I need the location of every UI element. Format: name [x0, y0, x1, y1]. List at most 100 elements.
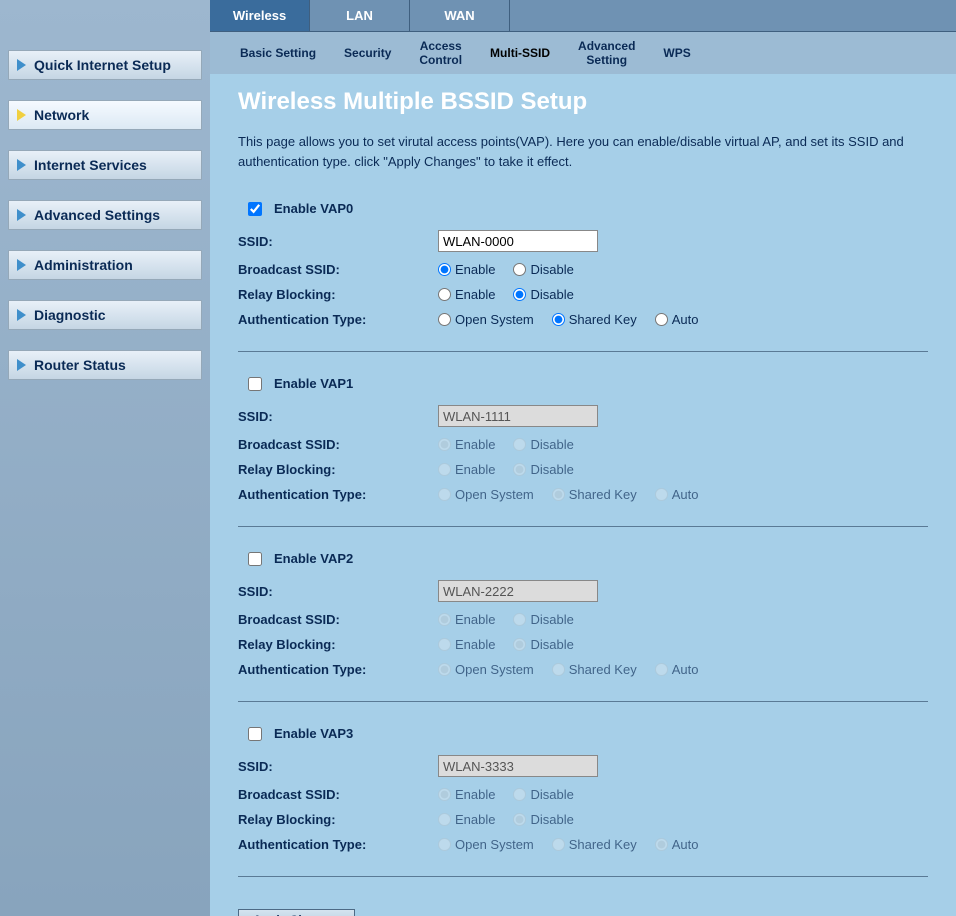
radio-label: Enable: [455, 612, 495, 627]
apply-changes-button[interactable]: Apply Changes: [238, 909, 355, 916]
radio-label: Auto: [672, 837, 699, 852]
relay-label: Relay Blocking:: [238, 462, 438, 477]
arrow-icon: [17, 359, 26, 371]
vap-block-0: Enable VAP0 SSID: Broadcast SSID: Enable…: [238, 201, 928, 352]
broadcast-enable-radio-vap0[interactable]: [438, 263, 451, 276]
tab-lan[interactable]: LAN: [310, 0, 410, 31]
tab-label: Wireless: [233, 8, 286, 23]
radio-label: Shared Key: [569, 837, 637, 852]
radio-label: Open System: [455, 487, 534, 502]
top-tabs: Wireless LAN WAN: [210, 0, 956, 32]
sidebar-item-label: Administration: [34, 257, 133, 273]
sidebar-item-label: Diagnostic: [34, 307, 106, 323]
subtab-basic-setting[interactable]: Basic Setting: [230, 42, 326, 64]
enable-vap0-checkbox[interactable]: [248, 202, 262, 216]
auth-label: Authentication Type:: [238, 487, 438, 502]
vap-block-3: Enable VAP3 SSID: Broadcast SSID: Enable…: [238, 726, 928, 877]
tab-label: WAN: [444, 8, 474, 23]
sidebar-item-label: Internet Services: [34, 157, 147, 173]
auth-shared-radio-vap3: [552, 838, 565, 851]
sidebar-item-network[interactable]: Network: [8, 100, 202, 130]
radio-label: Enable: [455, 637, 495, 652]
sidebar-item-quick-internet-setup[interactable]: Quick Internet Setup: [8, 50, 202, 80]
separator: [238, 351, 928, 352]
subtab-label: WPS: [663, 46, 690, 60]
subtab-security[interactable]: Security: [334, 42, 401, 64]
enable-vap1-checkbox[interactable]: [248, 377, 262, 391]
sidebar-item-internet-services[interactable]: Internet Services: [8, 150, 202, 180]
broadcast-enable-radio-vap2: [438, 613, 451, 626]
radio-label: Shared Key: [569, 312, 637, 327]
broadcast-label: Broadcast SSID:: [238, 262, 438, 277]
radio-label: Open System: [455, 837, 534, 852]
auth-label: Authentication Type:: [238, 312, 438, 327]
radio-label: Enable: [455, 287, 495, 302]
auth-shared-radio-vap0[interactable]: [552, 313, 565, 326]
arrow-icon: [17, 159, 26, 171]
radio-label: Disable: [530, 637, 573, 652]
relay-disable-radio-vap3: [513, 813, 526, 826]
relay-enable-radio-vap2: [438, 638, 451, 651]
sub-tabs: Basic Setting Security Access Control Mu…: [210, 32, 956, 74]
radio-label: Enable: [455, 812, 495, 827]
sidebar-item-diagnostic[interactable]: Diagnostic: [8, 300, 202, 330]
sidebar-item-label: Network: [34, 107, 89, 123]
auth-auto-radio-vap2: [655, 663, 668, 676]
broadcast-disable-radio-vap0[interactable]: [513, 263, 526, 276]
auth-open-radio-vap1: [438, 488, 451, 501]
radio-label: Open System: [455, 662, 534, 677]
relay-label: Relay Blocking:: [238, 812, 438, 827]
arrow-icon: [17, 59, 26, 71]
relay-disable-radio-vap0[interactable]: [513, 288, 526, 301]
radio-label: Disable: [530, 612, 573, 627]
enable-vap0-label: Enable VAP0: [274, 201, 353, 216]
sidebar-item-label: Quick Internet Setup: [34, 57, 171, 73]
tab-wireless[interactable]: Wireless: [210, 0, 310, 31]
subtab-wps[interactable]: WPS: [653, 42, 700, 64]
auth-shared-radio-vap2: [552, 663, 565, 676]
subtab-label: Security: [344, 46, 391, 60]
content[interactable]: Wireless Multiple BSSID Setup This page …: [210, 74, 956, 916]
arrow-icon: [17, 309, 26, 321]
broadcast-disable-radio-vap2: [513, 613, 526, 626]
sidebar-item-advanced-settings[interactable]: Advanced Settings: [8, 200, 202, 230]
arrow-icon: [17, 259, 26, 271]
separator: [238, 526, 928, 527]
ssid-label: SSID:: [238, 759, 438, 774]
relay-disable-radio-vap2: [513, 638, 526, 651]
sidebar-item-label: Router Status: [34, 357, 126, 373]
vap-block-2: Enable VAP2 SSID: Broadcast SSID: Enable…: [238, 551, 928, 702]
subtab-multi-ssid[interactable]: Multi-SSID: [480, 42, 560, 64]
ssid-label: SSID:: [238, 584, 438, 599]
sidebar-item-administration[interactable]: Administration: [8, 250, 202, 280]
sidebar-item-router-status[interactable]: Router Status: [8, 350, 202, 380]
page-title: Wireless Multiple BSSID Setup: [238, 88, 928, 116]
tab-wan[interactable]: WAN: [410, 0, 510, 31]
relay-enable-radio-vap1: [438, 463, 451, 476]
radio-label: Auto: [672, 487, 699, 502]
radio-label: Disable: [530, 787, 573, 802]
ssid-input-vap2: [438, 580, 598, 602]
subtab-label: Multi-SSID: [490, 46, 550, 60]
auth-label: Authentication Type:: [238, 837, 438, 852]
auth-auto-radio-vap0[interactable]: [655, 313, 668, 326]
main: Wireless LAN WAN Basic Setting Security …: [210, 0, 956, 916]
subtab-advanced-setting[interactable]: Advanced Setting: [568, 35, 645, 72]
auth-open-radio-vap0[interactable]: [438, 313, 451, 326]
radio-label: Disable: [530, 287, 573, 302]
ssid-input-vap0[interactable]: [438, 230, 598, 252]
arrow-icon: [17, 209, 26, 221]
enable-vap2-checkbox[interactable]: [248, 552, 262, 566]
enable-vap2-label: Enable VAP2: [274, 551, 353, 566]
radio-label: Enable: [455, 262, 495, 277]
enable-vap3-checkbox[interactable]: [248, 727, 262, 741]
subtab-access-control[interactable]: Access Control: [409, 35, 472, 72]
ssid-input-vap3: [438, 755, 598, 777]
radio-label: Open System: [455, 312, 534, 327]
radio-label: Shared Key: [569, 662, 637, 677]
radio-label: Shared Key: [569, 487, 637, 502]
radio-label: Auto: [672, 662, 699, 677]
relay-enable-radio-vap0[interactable]: [438, 288, 451, 301]
auth-open-radio-vap2: [438, 663, 451, 676]
enable-vap3-label: Enable VAP3: [274, 726, 353, 741]
